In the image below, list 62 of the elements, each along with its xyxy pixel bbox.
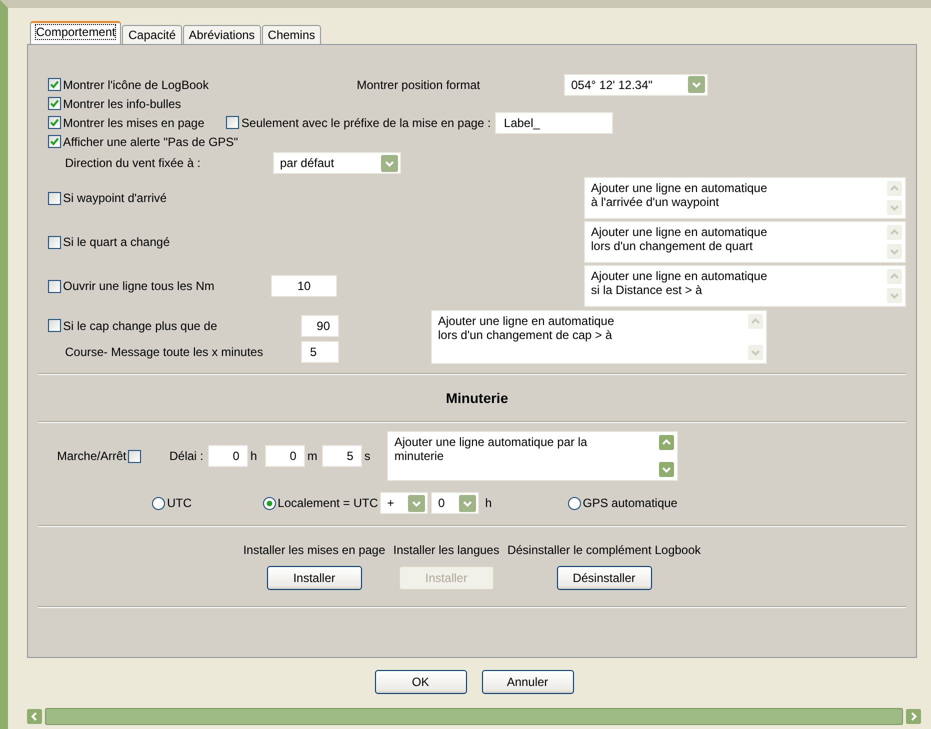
trigger-label: Si le cap change plus que de xyxy=(63,318,218,332)
checkbox[interactable] xyxy=(226,116,240,129)
trigger-label: Ouvrir une ligne tous les Nm xyxy=(63,279,216,293)
checkbox[interactable] xyxy=(48,319,61,332)
checkbox[interactable] xyxy=(48,135,61,148)
trigger-label: Si waypoint d'arrivé xyxy=(63,191,167,205)
sign-dropdown[interactable]: + xyxy=(380,492,428,514)
value-field[interactable]: 5 xyxy=(301,341,339,363)
value-field[interactable]: 90 xyxy=(301,314,339,336)
prefix-label: Seulement avec le préfixe de la mise en page : xyxy=(241,116,491,130)
install-label: Installer les mises en page xyxy=(243,543,386,557)
dropdown-caret-icon xyxy=(408,494,426,512)
checkbox[interactable] xyxy=(48,192,61,204)
checkbox[interactable] xyxy=(48,116,61,129)
radio-label: UTC xyxy=(167,496,192,510)
install-label: Installer les langues xyxy=(393,543,500,557)
checkbox[interactable] xyxy=(48,97,61,110)
time-field[interactable]: 0 xyxy=(208,445,248,467)
install-label: Désinstaller le complément Logbook xyxy=(507,543,701,557)
radio-button[interactable] xyxy=(568,496,581,510)
dropdown-caret-icon xyxy=(459,494,476,512)
trigger-label: Si le quart a changé xyxy=(63,235,170,249)
toggle-label: Marche/Arrêt xyxy=(57,449,126,463)
tab[interactable]: Comportement xyxy=(30,21,122,44)
unit-label: h xyxy=(485,496,492,510)
checkbox[interactable] xyxy=(48,78,61,91)
delay-label: Délai : xyxy=(169,449,204,463)
time-field[interactable]: 5 xyxy=(322,445,362,467)
wind-label: Direction du vent fixée à : xyxy=(65,156,202,170)
dialog-button[interactable]: OK xyxy=(374,670,466,694)
install-button[interactable]: Désinstaller xyxy=(556,566,652,590)
radio-label: Localement = UTC xyxy=(278,496,378,510)
install-button[interactable]: Installer xyxy=(266,566,362,590)
dropdown-caret-icon xyxy=(688,76,706,93)
option-label: Montrer les mises en page xyxy=(63,116,204,130)
option-label: Afficher une alerte "Pas de GPS" xyxy=(63,134,238,148)
scrollbar-thumb[interactable] xyxy=(45,708,903,725)
radio-button[interactable] xyxy=(262,496,276,510)
radio-button[interactable] xyxy=(152,496,165,510)
prefix-field[interactable]: Label_ xyxy=(494,112,613,134)
time-field[interactable]: 0 xyxy=(265,445,306,467)
interval-label: Course- Message toute les x minutes xyxy=(65,345,264,359)
option-label: Montrer les info-bulles xyxy=(63,96,182,110)
offset-dropdown[interactable]: 0 xyxy=(431,492,480,514)
unit-label: h xyxy=(250,449,258,463)
checkbox[interactable] xyxy=(48,236,61,248)
position-format-label: Montrer position format xyxy=(356,78,480,92)
option-label: Montrer l'icône de LogBook xyxy=(63,78,209,92)
radio-label: GPS automatique xyxy=(582,496,678,510)
unit-label: s xyxy=(364,449,372,463)
wind-dropdown[interactable]: par défaut xyxy=(273,152,401,174)
dropdown-caret-icon xyxy=(381,154,398,172)
value-field[interactable]: 10 xyxy=(271,275,337,297)
tab[interactable]: Capacité xyxy=(122,25,182,44)
dialog-button[interactable]: Annuler xyxy=(482,670,574,694)
checkbox[interactable] xyxy=(48,280,61,292)
tab[interactable]: Abréviations xyxy=(182,25,261,44)
position-format-dropdown[interactable]: 054° 12' 12.34" xyxy=(564,74,708,96)
tab[interactable]: Chemins xyxy=(262,25,322,44)
unit-label: m xyxy=(307,449,318,463)
checkbox[interactable] xyxy=(128,450,142,462)
section-heading: Minuterie xyxy=(444,389,510,408)
